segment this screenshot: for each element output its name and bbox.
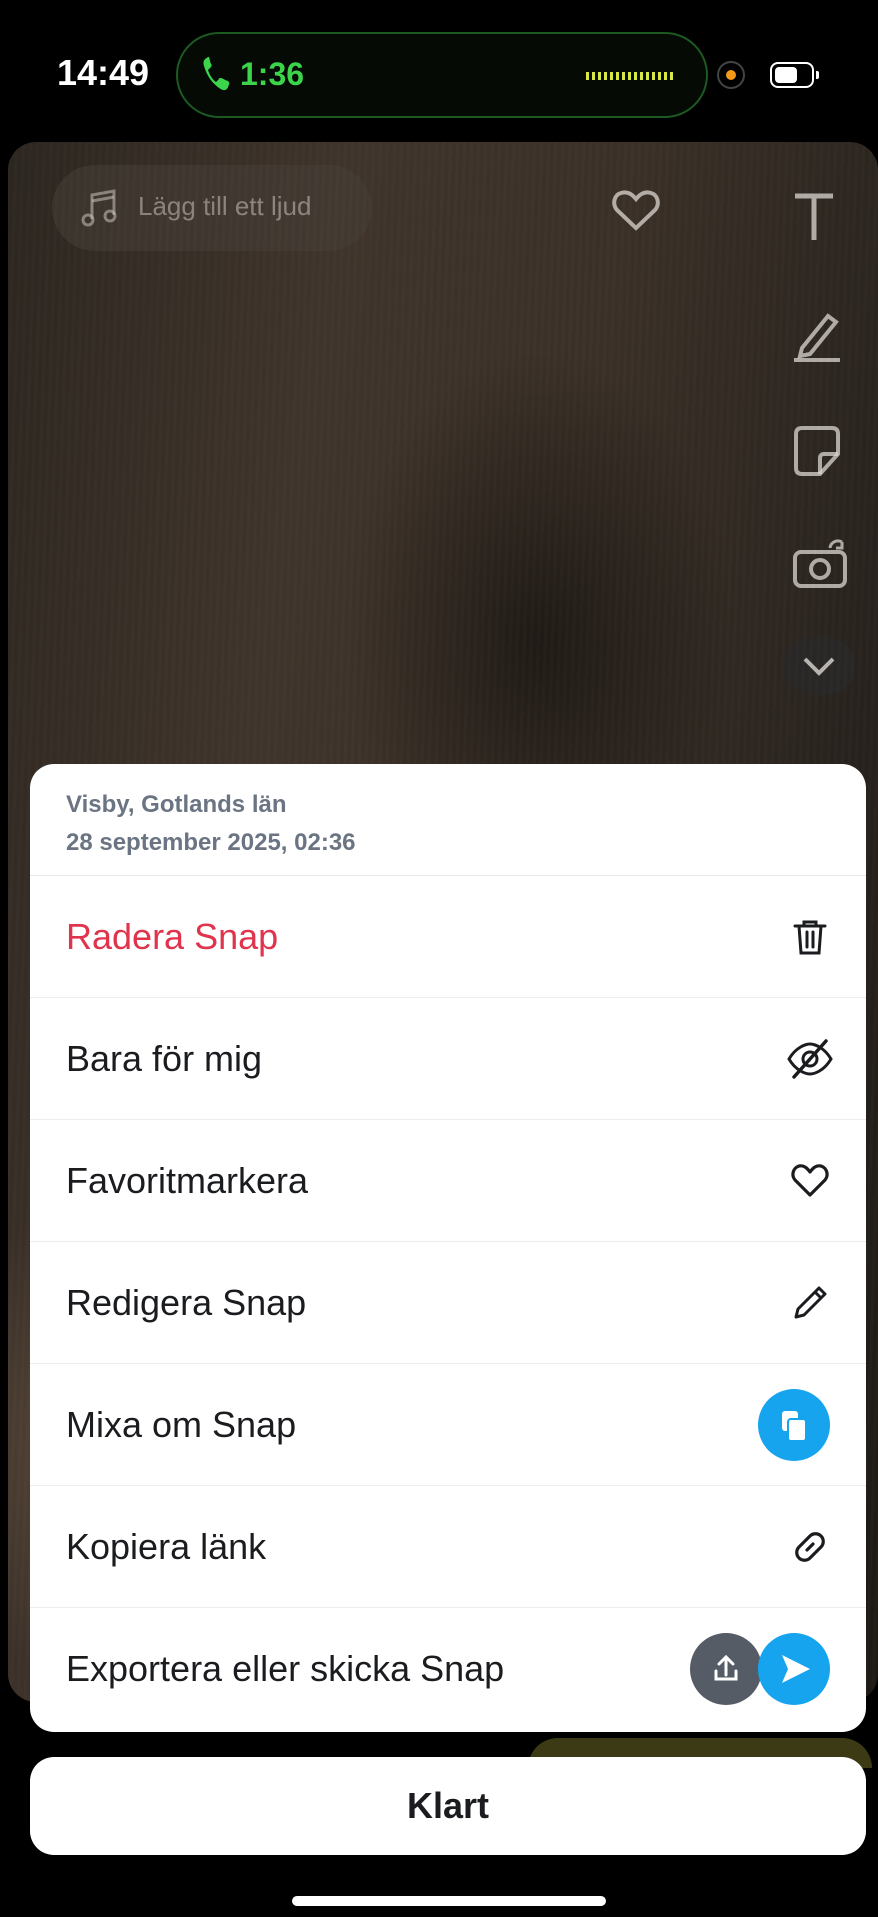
heart-icon bbox=[791, 1164, 829, 1197]
phone-icon bbox=[203, 57, 230, 91]
pencil-icon[interactable] bbox=[792, 308, 842, 362]
favorite-label: Favoritmarkera bbox=[66, 1160, 309, 1201]
delete-snap-label: Radera Snap bbox=[66, 916, 279, 957]
active-call-pill[interactable]: 1:36 bbox=[176, 32, 708, 118]
only-for-me-label: Bara för mig bbox=[66, 1038, 263, 1079]
edit-snap-option[interactable]: Redigera Snap bbox=[30, 1242, 866, 1364]
snap-actions-sheet: Visby, Gotlands län 28 september 2025, 0… bbox=[30, 764, 866, 1732]
add-sound-button[interactable]: Lägg till ett ljud bbox=[52, 165, 372, 251]
audio-waveform-icon bbox=[586, 72, 674, 80]
add-sound-label: Lägg till ett ljud bbox=[138, 191, 312, 221]
copy-link-label: Kopiera länk bbox=[66, 1526, 267, 1567]
status-bar: 14:49 1:36 bbox=[0, 0, 878, 140]
pencil-icon bbox=[794, 1286, 827, 1319]
delete-snap-option[interactable]: Radera Snap bbox=[30, 876, 866, 998]
favorite-option[interactable]: Favoritmarkera bbox=[30, 1120, 866, 1242]
remix-snap-label: Mixa om Snap bbox=[66, 1404, 297, 1445]
only-for-me-option[interactable]: Bara för mig bbox=[30, 998, 866, 1120]
sticker-icon[interactable] bbox=[792, 424, 842, 478]
export-icon[interactable] bbox=[690, 1633, 762, 1705]
export-send-label: Exportera eller skicka Snap bbox=[66, 1648, 505, 1689]
text-tool-icon[interactable] bbox=[792, 190, 836, 242]
recording-indicator-icon bbox=[717, 61, 745, 89]
battery-icon bbox=[770, 62, 819, 88]
sheet-header: Visby, Gotlands län 28 september 2025, 0… bbox=[30, 764, 866, 876]
call-duration: 1:36 bbox=[240, 56, 305, 92]
export-send-option[interactable]: Exportera eller skicka Snap bbox=[30, 1608, 866, 1730]
snap-timestamp: 28 september 2025, 02:36 bbox=[66, 829, 356, 856]
edit-snap-label: Redigera Snap bbox=[66, 1282, 307, 1323]
send-icon[interactable] bbox=[758, 1633, 830, 1705]
chevron-down-icon bbox=[803, 657, 835, 676]
more-tools-button[interactable] bbox=[783, 637, 855, 695]
music-note-icon bbox=[81, 189, 117, 227]
done-button[interactable]: Klart bbox=[30, 1757, 866, 1855]
clock-time: 14:49 bbox=[57, 52, 150, 93]
remix-snap-option[interactable]: Mixa om Snap bbox=[30, 1364, 866, 1486]
camera-flip-icon[interactable] bbox=[792, 538, 848, 590]
trash-icon bbox=[793, 920, 827, 955]
home-indicator[interactable] bbox=[292, 1896, 606, 1906]
remix-icon bbox=[758, 1389, 830, 1461]
link-icon bbox=[795, 1532, 825, 1562]
heart-icon[interactable] bbox=[611, 188, 661, 232]
snap-location: Visby, Gotlands län bbox=[66, 791, 287, 818]
copy-link-option[interactable]: Kopiera länk bbox=[30, 1486, 866, 1608]
eye-slash-icon bbox=[787, 1039, 833, 1079]
